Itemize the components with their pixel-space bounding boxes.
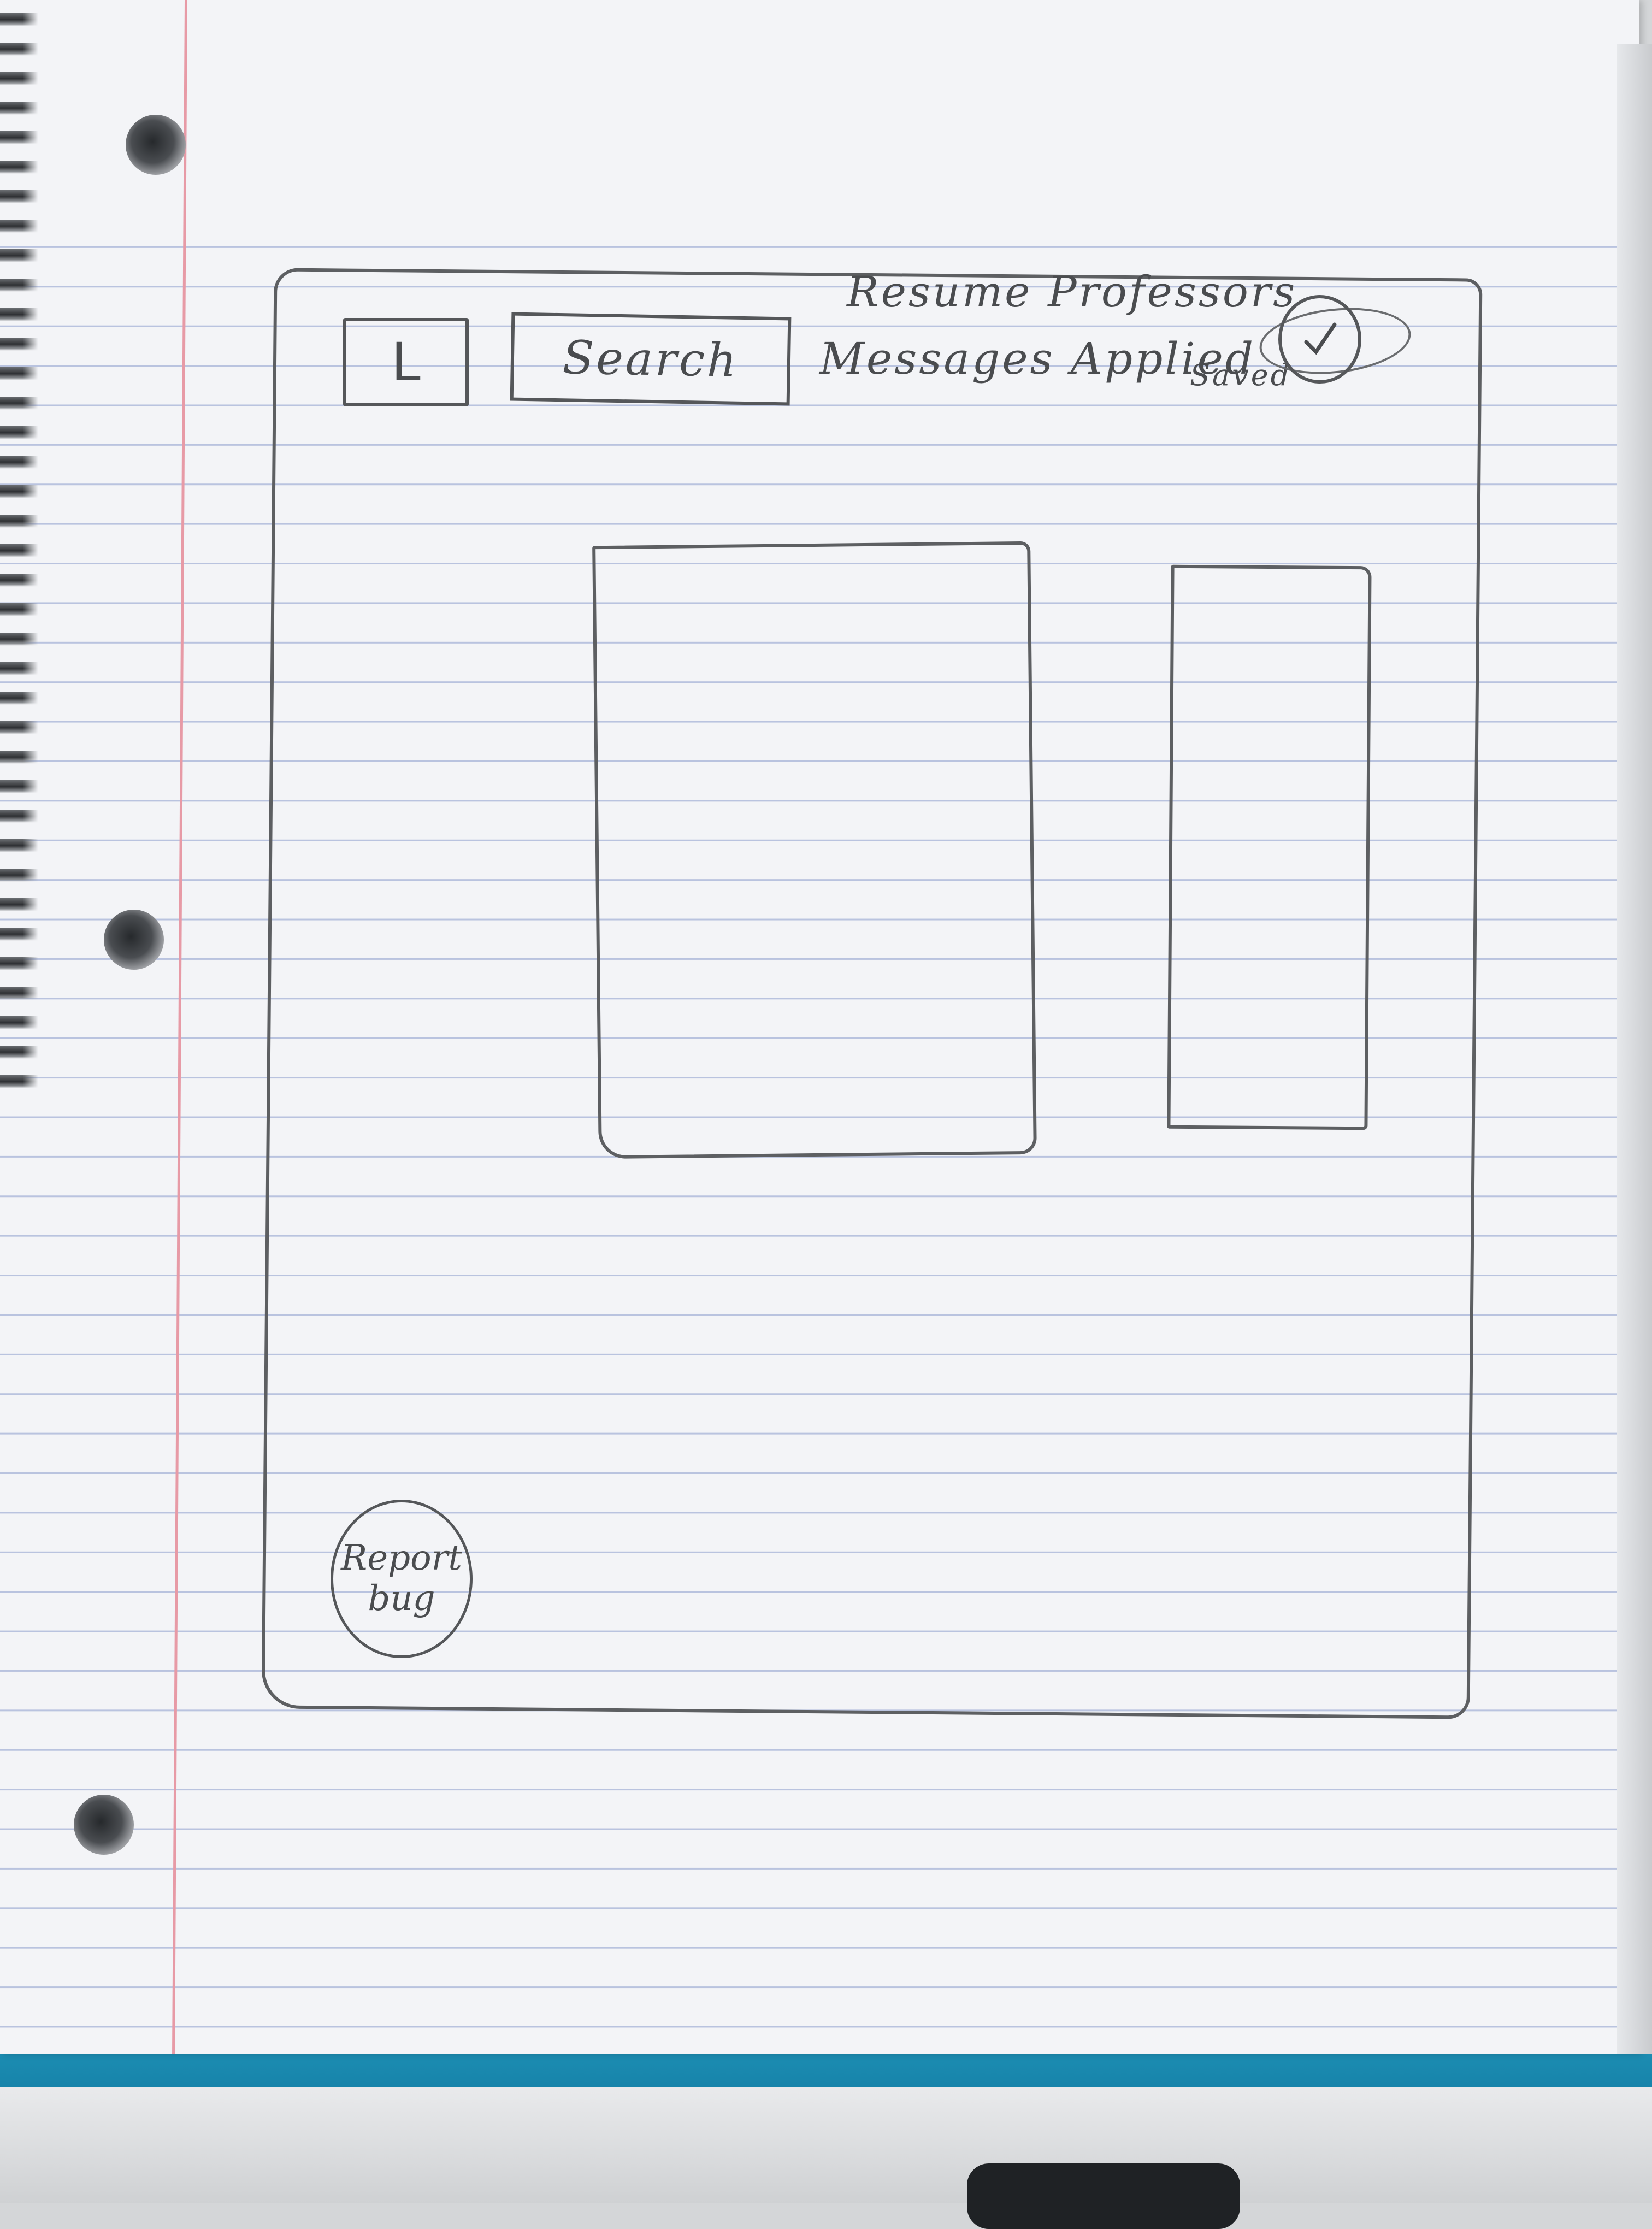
desk-surface: [0, 2087, 1652, 2203]
search-input[interactable]: Search: [510, 312, 792, 406]
notebook-sheet: L Search Resume Professors Messages Appl…: [0, 0, 1652, 2054]
logo-letter: L: [391, 332, 421, 393]
profile-avatar-icon[interactable]: [1278, 295, 1361, 384]
nav-resume-professors[interactable]: Resume Professors: [847, 268, 1297, 317]
checkmark-icon: [1304, 322, 1337, 355]
report-bug-button[interactable]: Report bug: [331, 1500, 473, 1658]
main-content-panel: [592, 541, 1037, 1159]
report-bug-label-line1: Report: [341, 1538, 462, 1579]
punch-hole: [74, 1795, 134, 1855]
spiral-binding: [0, 0, 38, 1093]
punch-hole: [126, 115, 186, 175]
punch-hole: [104, 910, 164, 970]
logo-icon[interactable]: L: [343, 318, 469, 406]
margin-line: [172, 0, 187, 2054]
phone-edge: [967, 2163, 1240, 2229]
sheet-stack-edge: [1617, 44, 1652, 2054]
sheet-header-area: [0, 0, 1639, 210]
report-bug-label-line2: bug: [368, 1578, 435, 1619]
search-label: Search: [562, 331, 740, 387]
side-panel: [1167, 564, 1372, 1130]
